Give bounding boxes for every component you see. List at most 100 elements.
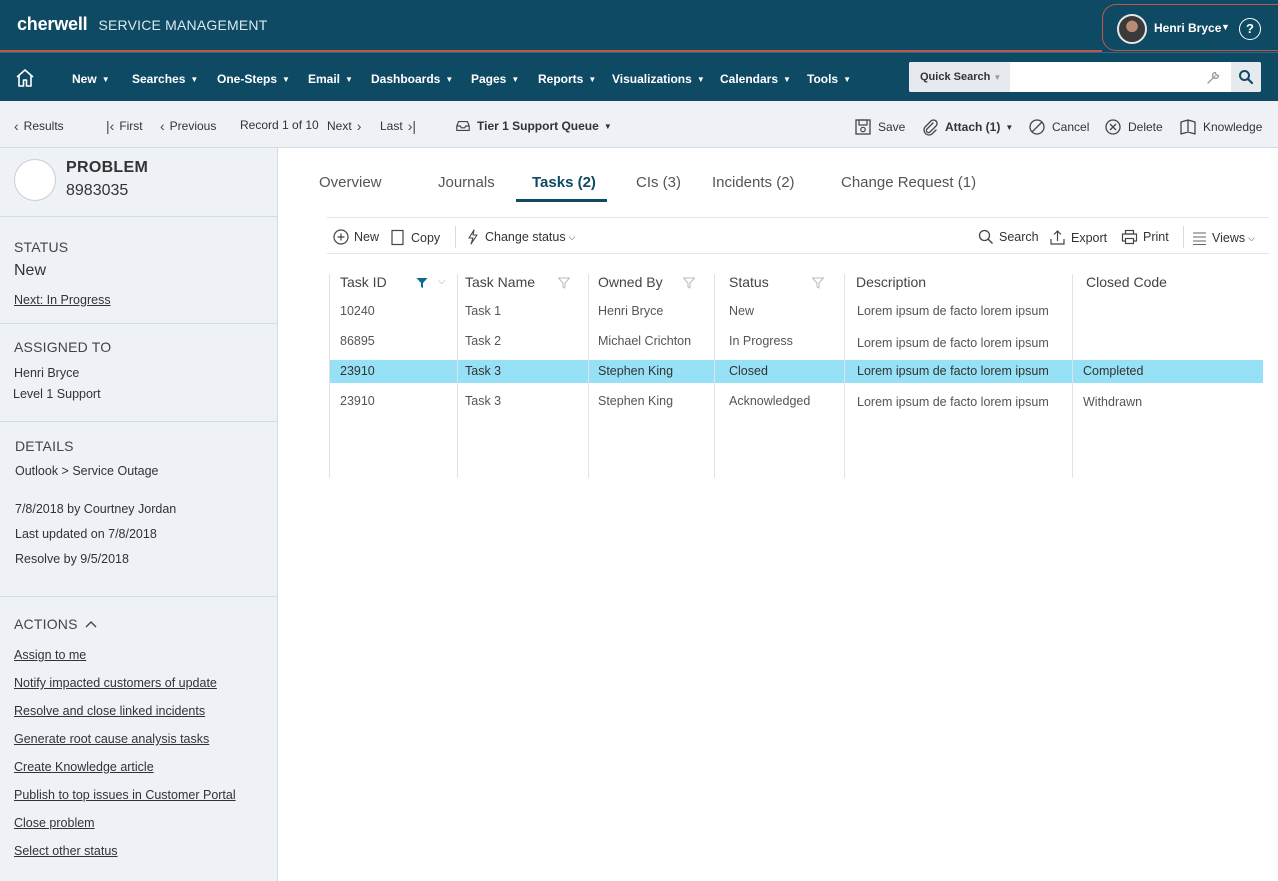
- results-button[interactable]: ‹ Results: [14, 118, 64, 134]
- chevron-up-icon: [85, 621, 97, 628]
- help-icon[interactable]: ?: [1239, 18, 1261, 40]
- change-status-button[interactable]: Change status ⌵: [466, 229, 575, 245]
- product-name: SERVICE MANAGEMENT: [98, 17, 268, 33]
- first-icon: |‹: [106, 118, 115, 134]
- search-grid-button[interactable]: Search: [978, 229, 1039, 245]
- first-button[interactable]: |‹ First: [106, 118, 143, 134]
- export-button[interactable]: Export: [1049, 229, 1107, 246]
- action-create-knowledge[interactable]: Create Knowledge article: [14, 760, 154, 774]
- record-id: 8983035: [66, 182, 129, 199]
- toolbar-divider: [455, 226, 456, 248]
- views-button[interactable]: Views ⌵: [1192, 231, 1255, 245]
- cell-status: Acknowledged: [729, 394, 811, 408]
- status-value: New: [14, 262, 47, 279]
- chevron-down-icon[interactable]: ▼: [1221, 22, 1230, 32]
- nav-new[interactable]: New ▼: [72, 72, 110, 86]
- action-resolve-incidents[interactable]: Resolve and close linked incidents: [14, 704, 205, 718]
- user-menu[interactable]: Henri Bryce ▼ ?: [1102, 4, 1278, 51]
- column-header-description[interactable]: Description: [856, 274, 926, 290]
- assigned-group: Level 1 Support: [13, 387, 101, 401]
- app-header: cherwell SERVICE MANAGEMENT Henri Bryce …: [0, 0, 1278, 52]
- action-generate-rca-tasks[interactable]: Generate root cause analysis tasks: [14, 732, 209, 746]
- cell-task-name: Task 1: [465, 304, 502, 318]
- divider: [0, 421, 277, 422]
- details-created: 7/8/2018 by Courtney Jordan: [15, 502, 177, 516]
- divider: [0, 596, 277, 597]
- knowledge-button[interactable]: Knowledge: [1179, 118, 1262, 136]
- column-divider: [844, 274, 845, 478]
- action-notify-customers[interactable]: Notify impacted customers of update: [14, 676, 217, 690]
- copy-button[interactable]: Copy: [390, 229, 440, 246]
- cell-description: Lorem ipsum de facto lorem ipsum: [857, 304, 1049, 318]
- cell-owned-by: Stephen King: [598, 364, 674, 378]
- brand: cherwell SERVICE MANAGEMENT: [17, 14, 267, 35]
- filter-icon[interactable]: [683, 277, 695, 289]
- last-icon: ›|: [407, 118, 416, 134]
- last-button[interactable]: Last ›|: [380, 118, 416, 134]
- tab-tasks[interactable]: Tasks (2): [532, 174, 596, 191]
- user-name[interactable]: Henri Bryce: [1154, 21, 1221, 35]
- nav-email[interactable]: Email ▼: [308, 72, 353, 86]
- filter-icon[interactable]: [558, 277, 570, 289]
- filter-icon[interactable]: [812, 277, 824, 289]
- action-assign-to-me[interactable]: Assign to me: [14, 648, 86, 662]
- cell-status: In Progress: [729, 334, 793, 348]
- wrench-icon[interactable]: [1206, 69, 1222, 85]
- nav-dashboards[interactable]: Dashboards ▼: [371, 72, 453, 86]
- column-header-task-id[interactable]: Task ID: [340, 274, 387, 290]
- record-summary-panel: PROBLEM 8983035 STATUS New Next: In Prog…: [0, 148, 278, 881]
- quick-search-input[interactable]: [1010, 62, 1225, 92]
- cell-description: Lorem ipsum de facto lorem ipsum: [857, 364, 1049, 378]
- print-button[interactable]: Print: [1121, 229, 1169, 245]
- actions-heading[interactable]: ACTIONS: [14, 616, 97, 632]
- attach-button[interactable]: Attach (1) ▼: [921, 118, 1013, 136]
- column-header-status[interactable]: Status: [729, 274, 769, 290]
- chevron-left-icon: ‹: [160, 118, 165, 134]
- cancel-icon: [1029, 119, 1045, 135]
- cell-owned-by: Henri Bryce: [598, 304, 664, 318]
- avatar[interactable]: [1117, 14, 1147, 44]
- search-icon: [1239, 70, 1254, 85]
- nav-reports[interactable]: Reports ▼: [538, 72, 596, 86]
- column-header-closed-code[interactable]: Closed Code: [1086, 274, 1167, 290]
- cancel-button[interactable]: Cancel: [1028, 118, 1089, 136]
- tab-incidents[interactable]: Incidents (2): [712, 174, 795, 191]
- assigned-name: Henri Bryce: [14, 366, 80, 380]
- new-task-button[interactable]: New: [333, 229, 379, 245]
- column-header-task-name[interactable]: Task Name: [465, 274, 535, 290]
- next-button[interactable]: Next ›: [327, 118, 361, 134]
- previous-button[interactable]: ‹ Previous: [160, 118, 216, 134]
- cell-task-id: 86895: [340, 334, 375, 348]
- nav-tools[interactable]: Tools ▼: [807, 72, 851, 86]
- filter-active-icon[interactable]: [416, 277, 428, 289]
- printer-icon: [1121, 229, 1138, 245]
- tab-change-request[interactable]: Change Request (1): [841, 174, 976, 191]
- tab-overview[interactable]: Overview: [319, 174, 382, 191]
- action-select-other-status[interactable]: Select other status: [14, 844, 118, 858]
- tab-cis[interactable]: CIs (3): [636, 174, 681, 191]
- queue-dropdown[interactable]: Tier 1 Support Queue ▼: [455, 118, 612, 134]
- delete-button[interactable]: Delete: [1104, 118, 1163, 136]
- action-close-problem[interactable]: Close problem: [14, 816, 95, 830]
- chevron-down-icon: ⌵: [1248, 232, 1255, 243]
- cell-task-id: 23910: [340, 394, 375, 408]
- nav-pages[interactable]: Pages ▼: [471, 72, 519, 86]
- chevron-right-icon: ›: [356, 118, 362, 134]
- column-header-owned-by[interactable]: Owned By: [598, 274, 663, 290]
- tab-journals[interactable]: Journals: [438, 174, 495, 191]
- next-status-link[interactable]: Next: In Progress: [14, 293, 111, 307]
- nav-calendars[interactable]: Calendars ▼: [720, 72, 791, 86]
- search-button[interactable]: [1231, 62, 1261, 92]
- action-publish-portal[interactable]: Publish to top issues in Customer Portal: [14, 788, 236, 802]
- save-button[interactable]: Save: [854, 118, 905, 136]
- nav-visualizations[interactable]: Visualizations ▼: [612, 72, 705, 86]
- quick-search-scope[interactable]: Quick Search ▼: [909, 62, 1010, 92]
- nav-one-steps[interactable]: One-Steps ▼: [217, 72, 290, 86]
- save-icon: [855, 119, 871, 135]
- nav-searches[interactable]: Searches ▼: [132, 72, 198, 86]
- details-category: Outlook > Service Outage: [15, 464, 159, 478]
- chevron-down-icon[interactable]: ⌵: [438, 276, 446, 287]
- home-icon[interactable]: [14, 67, 36, 89]
- cell-status: New: [729, 304, 755, 318]
- cell-owned-by: Stephen King: [598, 394, 674, 408]
